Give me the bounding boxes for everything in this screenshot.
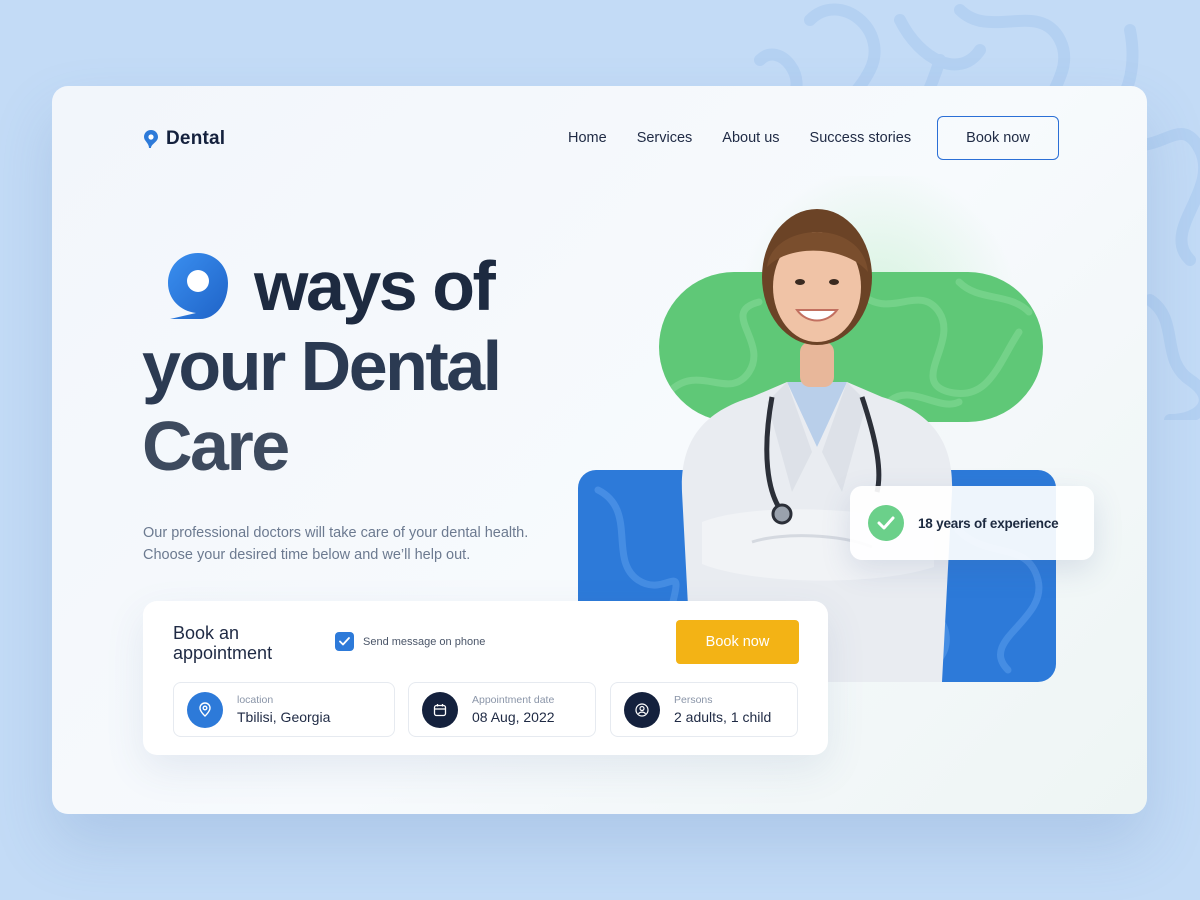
sms-label: Send message on phone [363,635,486,648]
main-nav: Home Services About us Success stories [568,130,911,146]
nav-item-about-us[interactable]: About us [722,130,779,146]
persons-label: Persons [674,694,713,706]
check-icon [868,505,904,541]
hero-subtitle: Our professional doctors will take care … [143,525,529,563]
brand-name: Dental [166,128,226,149]
user-icon [624,691,660,728]
location-value: Tbilisi, Georgia [237,709,331,725]
headline-text-line-3: Care [142,407,290,485]
brand-logo[interactable]: Dental [144,128,225,150]
booking-book-now-button[interactable]: Book now [676,620,799,664]
checkbox-checked-icon[interactable] [335,632,354,651]
location-field[interactable]: location Tbilisi, Georgia [173,682,395,737]
nine-speech-bubble-icon: 9 [168,253,228,319]
location-label: location [237,694,274,706]
nav-item-success-stories[interactable]: Success stories [810,130,912,146]
calendar-icon [422,691,458,728]
persons-value: 2 adults, 1 child [674,709,772,725]
booking-title: Book an appointment [173,623,273,663]
experience-text: 18 years of experience [918,515,1059,531]
persons-field[interactable]: Persons 2 adults, 1 child [610,682,798,737]
nav-item-services[interactable]: Services [637,130,693,146]
experience-badge: 18 years of experience [850,486,1094,560]
headline-text-line-2: your Dental [142,327,502,405]
main-card: Dental Home Services About us Success st… [52,86,1147,814]
headline-line-1: 9 ways of [168,246,500,326]
appointment-date-field[interactable]: Appointment date 08 Aug, 2022 [408,682,596,737]
hero-headline: 9 ways of your Dental Care [142,246,502,486]
header-book-now-button[interactable]: Book now [937,116,1059,160]
location-pin-icon [144,130,158,148]
headline-text-line-1: ways of [254,247,496,325]
nav-item-home[interactable]: Home [568,130,607,146]
booking-card: Book an appointment Send message on phon… [143,601,828,755]
sms-checkbox[interactable]: Send message on phone [335,632,485,651]
location-pin-icon [187,691,223,728]
appointment-date-value: 08 Aug, 2022 [472,709,555,725]
appointment-date-label: Appointment date [472,694,555,706]
